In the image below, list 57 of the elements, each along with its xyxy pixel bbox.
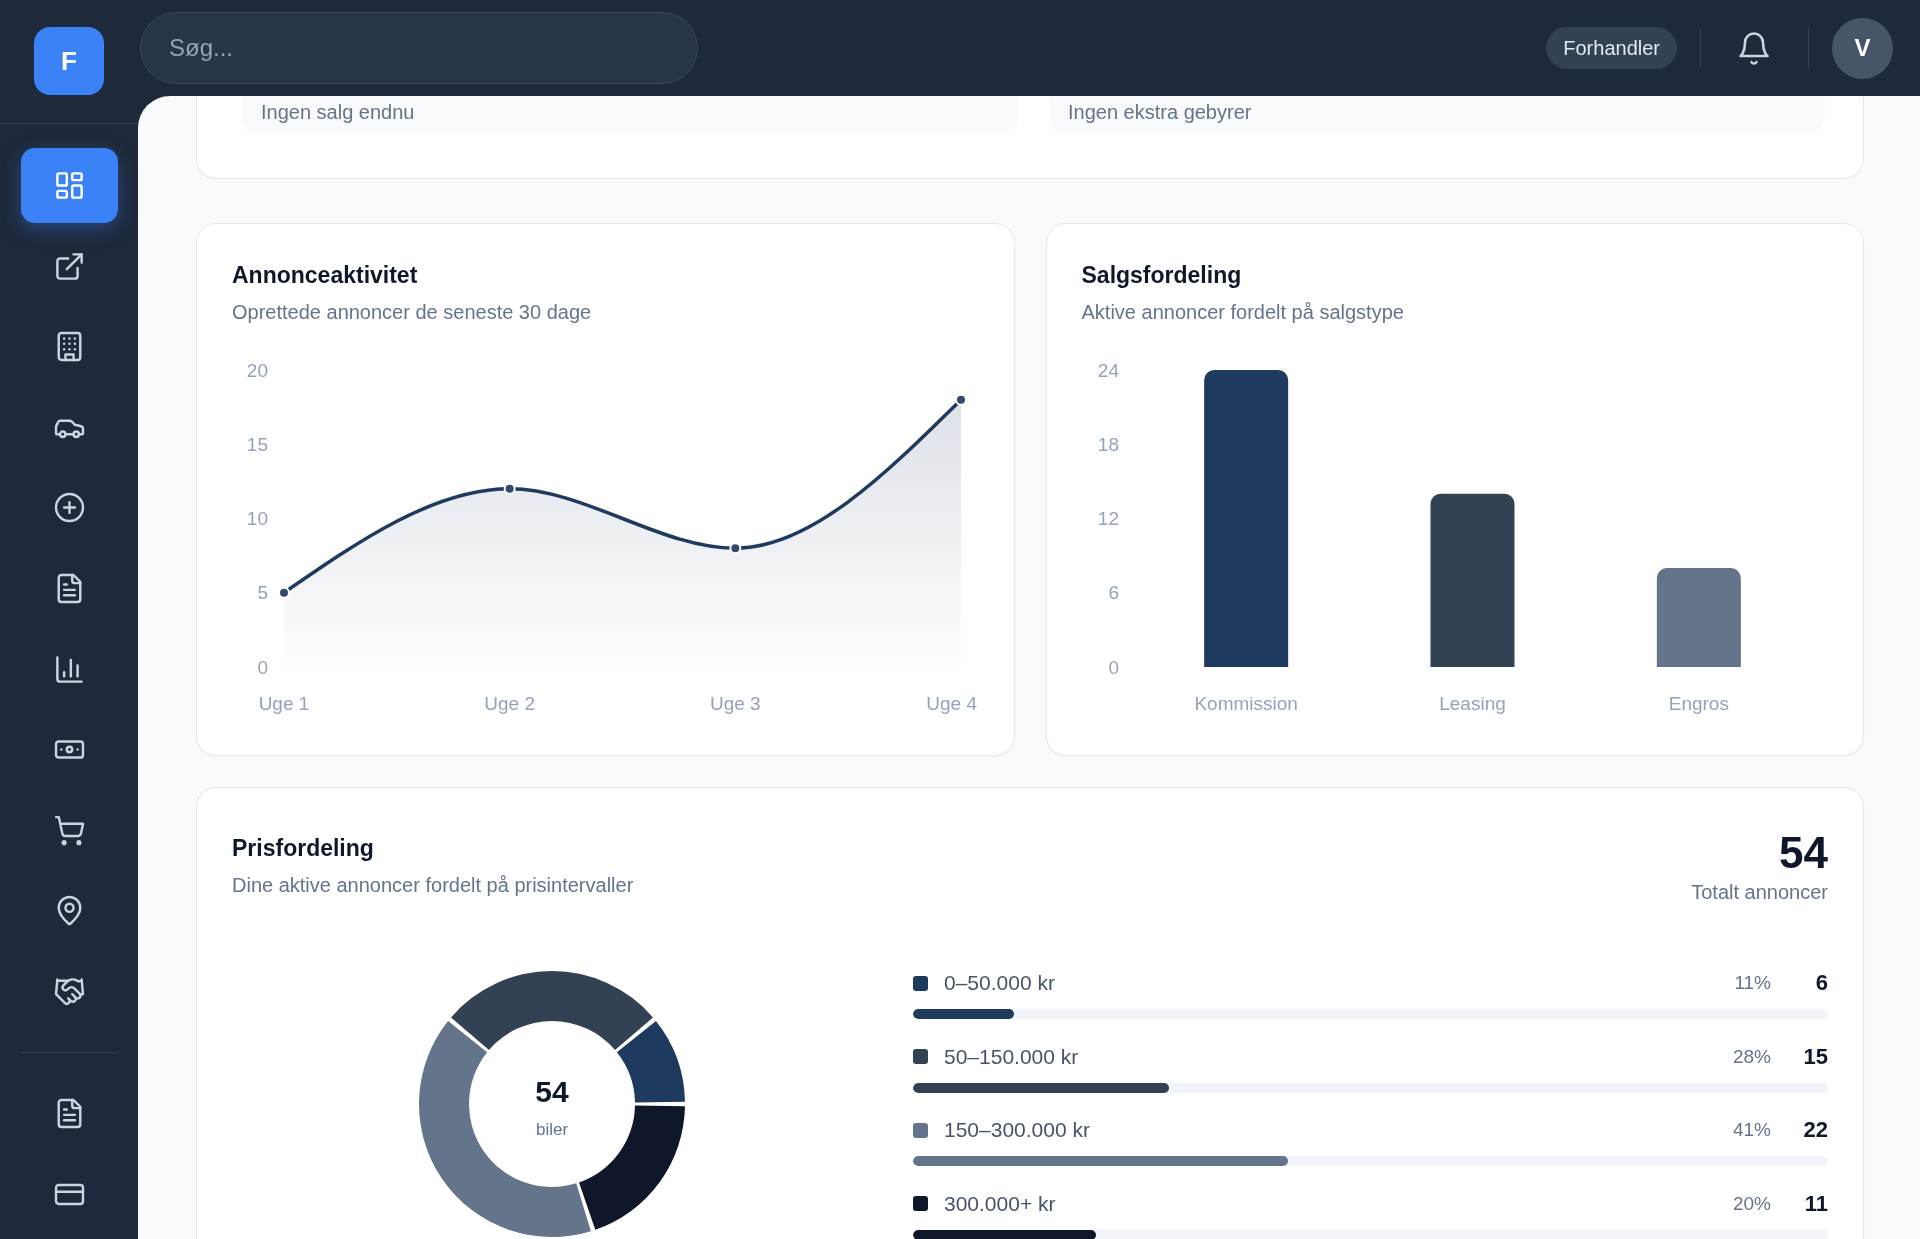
stat-note: Ingen ekstra gebyrer: [1068, 100, 1253, 124]
axis-label: 5: [257, 582, 268, 604]
range-label: 50–150.000 kr: [944, 1044, 1079, 1069]
plus-circle-icon: [53, 492, 85, 524]
data-point: [503, 482, 516, 495]
card-title: Annonceaktivitet: [232, 261, 419, 290]
bar-chart-icon: [53, 653, 85, 685]
range-percent: 28%: [1732, 1045, 1771, 1068]
axis-label: 20: [246, 359, 268, 381]
axis-label: Uge 2: [484, 693, 535, 714]
layout-grid-icon: [53, 170, 85, 201]
search-field[interactable]: Søg...: [140, 12, 698, 84]
axis-label: Engros: [1668, 693, 1729, 714]
range-percent: 11%: [1734, 972, 1771, 994]
total-value: 54: [1778, 833, 1828, 873]
axis-label: 0: [1107, 656, 1119, 678]
external-link-icon: [53, 250, 85, 282]
card-subtitle: Oprettede annoncer de seneste 30 dage: [232, 300, 593, 325]
axis-label: Leasing: [1438, 693, 1506, 714]
cart-icon: [53, 814, 85, 846]
axis-label: 15: [246, 433, 268, 455]
range-count: 22: [1802, 1117, 1828, 1143]
axis-label: 12: [1097, 508, 1119, 530]
axis-label: 6: [1107, 582, 1119, 604]
axis-label: 24: [1097, 359, 1119, 381]
range-label: 0–50.000 kr: [944, 971, 1055, 995]
card-title: Salgsfordeling: [1081, 261, 1243, 290]
avatar[interactable]: V: [1832, 17, 1893, 79]
data-point: [278, 586, 290, 599]
nav-button[interactable]: [20, 148, 118, 223]
total-label: Totalt annoncer: [1691, 880, 1828, 905]
card-subtitle: Dine aktive annoncer fordelt på prisintervaller: [232, 873, 634, 898]
handshake-icon: [53, 975, 85, 1007]
donut-total: 54: [534, 1074, 569, 1108]
axis-label: Kommission: [1193, 693, 1298, 714]
bell-icon[interactable]: [1739, 31, 1769, 65]
card-subtitle: Aktive annoncer fordelt på salgstype: [1081, 300, 1405, 325]
axis-label: 18: [1097, 433, 1119, 455]
range-label: 300.000+ kr: [944, 1191, 1056, 1216]
range-label: 150–300.000 kr: [944, 1118, 1090, 1142]
range-count: 15: [1802, 1043, 1828, 1070]
data-point: [729, 542, 742, 555]
donut-caption: biler: [535, 1119, 568, 1139]
range-count: 6: [1814, 970, 1828, 996]
data-point: [955, 393, 967, 406]
axis-label: Uge 4: [926, 693, 977, 714]
range-percent: 41%: [1732, 1119, 1771, 1141]
axis-label: 0: [257, 656, 268, 678]
axis-label: 10: [246, 508, 268, 530]
range-percent: 20%: [1732, 1192, 1771, 1215]
role-badge: Forhandler: [1546, 27, 1677, 69]
stat-note: Ingen salg endnu: [261, 100, 416, 124]
range-count: 11: [1803, 1190, 1828, 1217]
logo: F: [34, 27, 104, 95]
card-title: Prisfordeling: [232, 834, 375, 863]
axis-label: Uge 3: [710, 693, 761, 714]
axis-label: Uge 1: [258, 693, 310, 714]
